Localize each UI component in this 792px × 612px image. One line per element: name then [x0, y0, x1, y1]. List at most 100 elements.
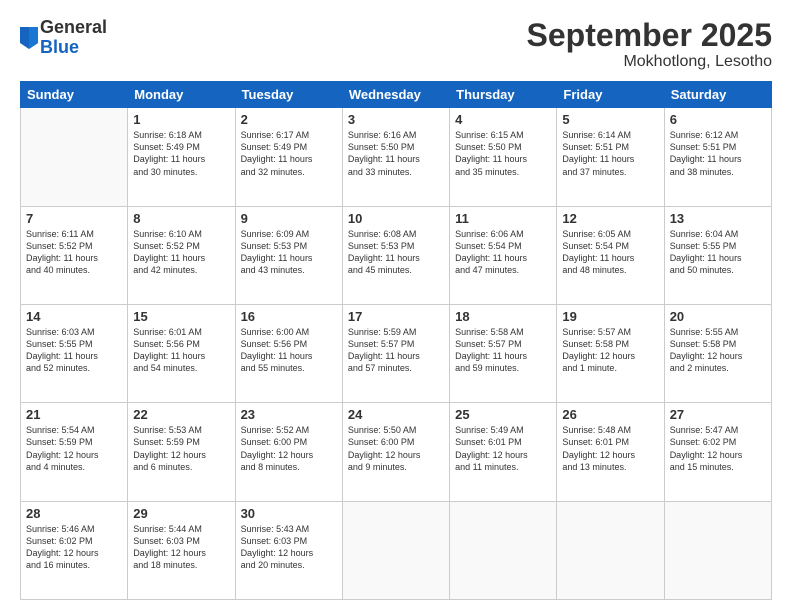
calendar-cell: 16Sunrise: 6:00 AM Sunset: 5:56 PM Dayli… [235, 304, 342, 402]
calendar-cell [21, 108, 128, 206]
day-info: Sunrise: 5:58 AM Sunset: 5:57 PM Dayligh… [455, 326, 551, 375]
calendar-table: SundayMondayTuesdayWednesdayThursdayFrid… [20, 81, 772, 600]
calendar-cell: 22Sunrise: 5:53 AM Sunset: 5:59 PM Dayli… [128, 403, 235, 501]
calendar-cell: 10 Sunrise: 6:08 AM Sunset: 5:53 PM Dayli… [342, 206, 449, 304]
calendar-cell [557, 501, 664, 599]
logo: General Blue [20, 18, 107, 58]
calendar-cell: 18 Sunrise: 5:58 AM Sunset: 5:57 PM Dayli… [450, 304, 557, 402]
header-friday: Friday [557, 82, 664, 108]
day-info: Sunrise: 5:46 AM Sunset: 6:02 PM Dayligh… [26, 523, 122, 572]
day-info: Sunrise: 5:52 AM Sunset: 6:00 PM Dayligh… [241, 424, 337, 473]
day-info: Sunrise: 6:04 AM Sunset: 5:55 PM Dayligh… [670, 228, 766, 277]
day-info: Sunrise: 5:57 AM Sunset: 5:58 PM Dayligh… [562, 326, 658, 375]
day-info: Sunrise: 6:18 AM Sunset: 5:49 PM Dayligh… [133, 129, 229, 178]
day-info: Sunrise: 5:47 AM Sunset: 6:02 PM Dayligh… [670, 424, 766, 473]
day-number: 28 [26, 506, 122, 521]
header-monday: Monday [128, 82, 235, 108]
calendar-cell: 5 Sunrise: 6:14 AM Sunset: 5:51 PM Daylig… [557, 108, 664, 206]
day-number: 5 [562, 112, 658, 127]
day-info: Sunrise: 6:17 AM Sunset: 5:49 PM Dayligh… [241, 129, 337, 178]
day-info: Sunrise: 5:53 AM Sunset: 5:59 PM Dayligh… [133, 424, 229, 473]
day-info: Sunrise: 5:48 AM Sunset: 6:01 PM Dayligh… [562, 424, 658, 473]
logo-icon [20, 27, 38, 49]
header-saturday: Saturday [664, 82, 771, 108]
day-number: 24 [348, 407, 444, 422]
calendar-cell: 14Sunrise: 6:03 AM Sunset: 5:55 PM Dayli… [21, 304, 128, 402]
day-number: 10 [348, 211, 444, 226]
day-number: 15 [133, 309, 229, 324]
logo-general-text: General [40, 17, 107, 37]
title-block: September 2025 Mokhotlong, Lesotho [527, 18, 772, 71]
day-number: 25 [455, 407, 551, 422]
calendar-cell: 3 Sunrise: 6:16 AM Sunset: 5:50 PM Daylig… [342, 108, 449, 206]
day-number: 7 [26, 211, 122, 226]
calendar-cell [450, 501, 557, 599]
calendar-subtitle: Mokhotlong, Lesotho [527, 53, 772, 71]
calendar-cell [342, 501, 449, 599]
calendar-cell: 4 Sunrise: 6:15 AM Sunset: 5:50 PM Daylig… [450, 108, 557, 206]
day-number: 11 [455, 211, 551, 226]
calendar-cell: 23 Sunrise: 5:52 AM Sunset: 6:00 PM Dayli… [235, 403, 342, 501]
day-info: Sunrise: 6:09 AM Sunset: 5:53 PM Dayligh… [241, 228, 337, 277]
day-info: Sunrise: 6:01 AM Sunset: 5:56 PM Dayligh… [133, 326, 229, 375]
day-info: Sunrise: 6:11 AM Sunset: 5:52 PM Dayligh… [26, 228, 122, 277]
week-row-1: 7 Sunrise: 6:11 AM Sunset: 5:52 PM Daylig… [21, 206, 772, 304]
calendar-cell: 2 Sunrise: 6:17 AM Sunset: 5:49 PM Daylig… [235, 108, 342, 206]
logo-blue-text: Blue [40, 37, 79, 57]
day-info: Sunrise: 6:05 AM Sunset: 5:54 PM Dayligh… [562, 228, 658, 277]
day-number: 29 [133, 506, 229, 521]
day-info: Sunrise: 6:00 AM Sunset: 5:56 PM Dayligh… [241, 326, 337, 375]
day-info: Sunrise: 6:12 AM Sunset: 5:51 PM Dayligh… [670, 129, 766, 178]
calendar-cell: 24 Sunrise: 5:50 AM Sunset: 6:00 PM Dayli… [342, 403, 449, 501]
calendar-cell: 12 Sunrise: 6:05 AM Sunset: 5:54 PM Dayli… [557, 206, 664, 304]
day-info: Sunrise: 6:08 AM Sunset: 5:53 PM Dayligh… [348, 228, 444, 277]
day-info: Sunrise: 5:50 AM Sunset: 6:00 PM Dayligh… [348, 424, 444, 473]
day-info: Sunrise: 6:15 AM Sunset: 5:50 PM Dayligh… [455, 129, 551, 178]
calendar-cell: 28 Sunrise: 5:46 AM Sunset: 6:02 PM Dayli… [21, 501, 128, 599]
day-number: 8 [133, 211, 229, 226]
week-row-4: 28 Sunrise: 5:46 AM Sunset: 6:02 PM Dayli… [21, 501, 772, 599]
day-number: 6 [670, 112, 766, 127]
day-number: 4 [455, 112, 551, 127]
day-info: Sunrise: 6:14 AM Sunset: 5:51 PM Dayligh… [562, 129, 658, 178]
calendar-cell: 7 Sunrise: 6:11 AM Sunset: 5:52 PM Daylig… [21, 206, 128, 304]
week-row-2: 14Sunrise: 6:03 AM Sunset: 5:55 PM Dayli… [21, 304, 772, 402]
day-number: 2 [241, 112, 337, 127]
day-number: 14 [26, 309, 122, 324]
day-info: Sunrise: 5:43 AM Sunset: 6:03 PM Dayligh… [241, 523, 337, 572]
day-number: 9 [241, 211, 337, 226]
day-info: Sunrise: 5:55 AM Sunset: 5:58 PM Dayligh… [670, 326, 766, 375]
calendar-cell [664, 501, 771, 599]
day-number: 12 [562, 211, 658, 226]
day-number: 3 [348, 112, 444, 127]
day-number: 19 [562, 309, 658, 324]
header-sunday: Sunday [21, 82, 128, 108]
day-number: 18 [455, 309, 551, 324]
day-number: 23 [241, 407, 337, 422]
day-number: 17 [348, 309, 444, 324]
day-number: 20 [670, 309, 766, 324]
day-info: Sunrise: 5:59 AM Sunset: 5:57 PM Dayligh… [348, 326, 444, 375]
calendar-cell: 26 Sunrise: 5:48 AM Sunset: 6:01 PM Dayli… [557, 403, 664, 501]
calendar-cell: 1 Sunrise: 6:18 AM Sunset: 5:49 PM Daylig… [128, 108, 235, 206]
calendar-cell: 30 Sunrise: 5:43 AM Sunset: 6:03 PM Dayli… [235, 501, 342, 599]
calendar-cell: 20 Sunrise: 5:55 AM Sunset: 5:58 PM Dayli… [664, 304, 771, 402]
day-info: Sunrise: 6:10 AM Sunset: 5:52 PM Dayligh… [133, 228, 229, 277]
day-number: 21 [26, 407, 122, 422]
calendar-cell: 13Sunrise: 6:04 AM Sunset: 5:55 PM Dayli… [664, 206, 771, 304]
day-number: 26 [562, 407, 658, 422]
calendar-cell: 29Sunrise: 5:44 AM Sunset: 6:03 PM Dayli… [128, 501, 235, 599]
day-number: 30 [241, 506, 337, 521]
day-info: Sunrise: 6:16 AM Sunset: 5:50 PM Dayligh… [348, 129, 444, 178]
day-info: Sunrise: 5:54 AM Sunset: 5:59 PM Dayligh… [26, 424, 122, 473]
calendar-cell: 11 Sunrise: 6:06 AM Sunset: 5:54 PM Dayli… [450, 206, 557, 304]
week-row-0: 1 Sunrise: 6:18 AM Sunset: 5:49 PM Daylig… [21, 108, 772, 206]
calendar-cell: 19 Sunrise: 5:57 AM Sunset: 5:58 PM Dayli… [557, 304, 664, 402]
day-info: Sunrise: 6:06 AM Sunset: 5:54 PM Dayligh… [455, 228, 551, 277]
header-row: SundayMondayTuesdayWednesdayThursdayFrid… [21, 82, 772, 108]
calendar-cell: 9 Sunrise: 6:09 AM Sunset: 5:53 PM Daylig… [235, 206, 342, 304]
calendar-cell: 25Sunrise: 5:49 AM Sunset: 6:01 PM Dayli… [450, 403, 557, 501]
header-tuesday: Tuesday [235, 82, 342, 108]
header-wednesday: Wednesday [342, 82, 449, 108]
day-number: 1 [133, 112, 229, 127]
